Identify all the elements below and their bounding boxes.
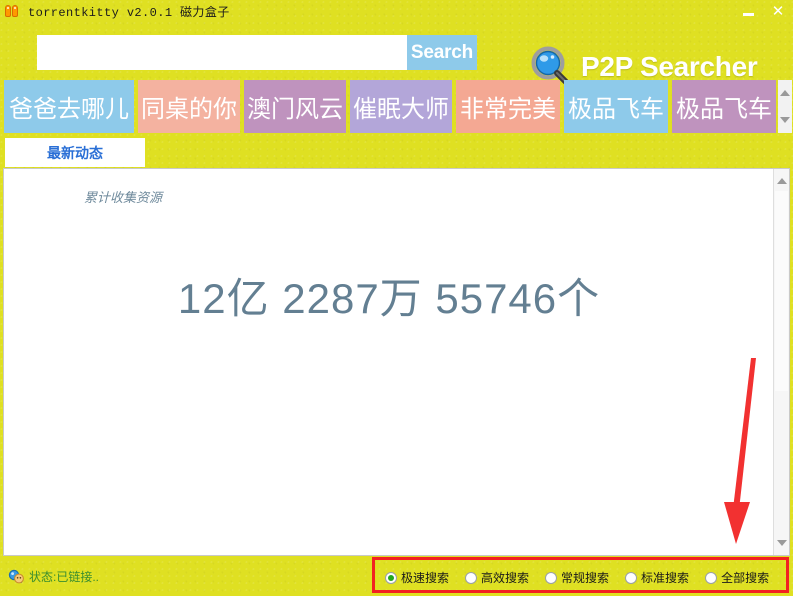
search-mode-radio-5[interactable]: 全部搜索 [705,569,769,586]
application-window: torrentkitty v2.0.1 磁力盒子 ✕ Search P2P Se… [0,0,793,596]
status-bar: 状态:已链接.. 极速搜索 高效搜索 常规搜索 标准搜索 全部搜索 [0,560,793,596]
category-tab-3[interactable]: 澳门风云 [244,80,346,133]
search-input[interactable] [37,35,407,70]
status-indicator: 状态:已链接.. [8,568,99,585]
content-vertical-scrollbar[interactable] [773,169,789,555]
window-title: torrentkitty v2.0.1 磁力盒子 [28,5,230,20]
category-tab-2[interactable]: 同桌的你 [138,80,240,133]
scroll-up-icon[interactable] [774,173,789,189]
radio-button-icon[interactable] [625,571,638,584]
close-icon: ✕ [771,2,785,20]
sub-tab-bar: 最新动态 [0,136,793,168]
search-mode-label: 全部搜索 [721,571,770,585]
scroll-down-icon[interactable] [774,535,789,551]
category-tab-label: 同桌的你 [141,95,237,123]
close-button[interactable]: ✕ [763,0,793,22]
binoculars-icon [4,4,20,19]
search-mode-radio-3[interactable]: 常规搜索 [545,569,609,586]
radio-button-icon[interactable] [385,571,397,584]
category-tab-label: 澳门风云 [247,95,343,123]
radio-button-icon[interactable] [465,571,478,584]
category-tab-label: 极品飞车 [568,95,664,123]
chevron-up-icon[interactable] [780,90,790,97]
search-mode-label: 高效搜索 [481,571,530,585]
search-mode-radio-1[interactable]: 极速搜索 [385,569,449,586]
chevron-down-icon[interactable] [780,116,790,123]
search-mode-label: 极速搜索 [401,571,450,585]
tab-latest-news[interactable]: 最新动态 [5,138,145,167]
search-button[interactable]: Search [407,35,477,70]
category-tab-4[interactable]: 催眠大师 [350,80,452,133]
stats-label: 累计收集资源 [84,190,163,205]
category-tab-label: 非常完美 [460,95,556,123]
content-panel: 累计收集资源 12亿 2287万 55746个 [3,168,790,556]
category-tab-1[interactable]: 爸爸去哪儿 [4,80,134,133]
category-tab-7[interactable]: 极品飞车 [672,80,776,133]
window-controls: ✕ [733,0,793,22]
scrollbar-thumb[interactable] [775,191,788,391]
radio-button-icon[interactable] [545,571,558,584]
stats-total-resources: 12亿 2287万 55746个 [177,275,601,322]
radio-button-icon[interactable] [705,571,718,584]
title-bar: torrentkitty v2.0.1 磁力盒子 ✕ [0,0,793,22]
search-mode-radio-group: 极速搜索 高效搜索 常规搜索 标准搜索 全部搜索 [385,569,769,586]
category-tab-label: 爸爸去哪儿 [9,95,129,123]
status-connection-icon [8,569,25,585]
category-tabs: 爸爸去哪儿 同桌的你 澳门风云 催眠大师 非常完美 极品飞车 极品飞车 [0,78,793,134]
category-tab-5[interactable]: 非常完美 [456,80,560,133]
minimize-button[interactable] [733,0,763,22]
category-tab-label: 极品飞车 [676,95,772,123]
search-mode-radio-4[interactable]: 标准搜索 [625,569,689,586]
status-text: 状态:已链接.. [29,570,100,584]
search-mode-label: 常规搜索 [561,571,610,585]
category-tab-6[interactable]: 极品飞车 [564,80,668,133]
search-bar-area: Search P2P Searcher [0,22,793,87]
category-tabs-scroll-control[interactable] [778,80,792,133]
category-tab-label: 催眠大师 [353,95,449,123]
search-mode-label: 标准搜索 [641,571,690,585]
search-mode-radio-2[interactable]: 高效搜索 [465,569,529,586]
